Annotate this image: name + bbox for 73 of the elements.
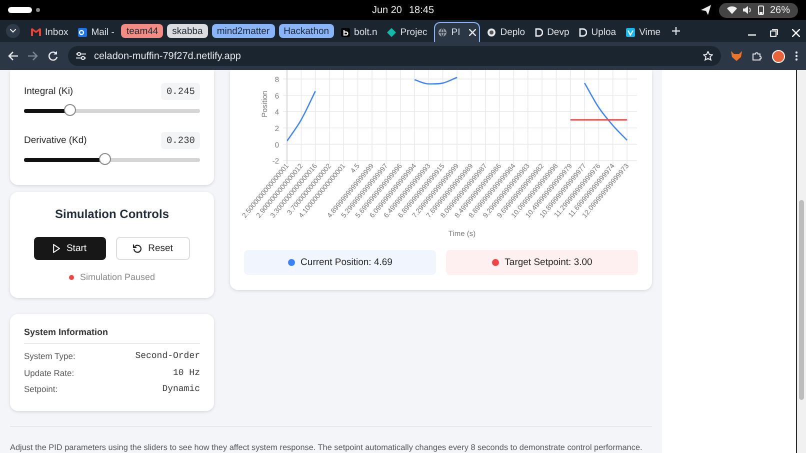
browser-tab[interactable]: bolt.n [338, 22, 380, 42]
start-button[interactable]: Start [34, 237, 106, 260]
star-icon[interactable] [703, 51, 713, 61]
letter-v-icon [626, 28, 636, 36]
slider-label: Derivative (Kd) [24, 134, 87, 146]
rotate-icon [133, 244, 142, 253]
close-icon[interactable] [469, 29, 476, 36]
letter-d-icon [579, 28, 588, 36]
profile-avatar[interactable] [772, 50, 785, 62]
back-arrow-icon[interactable] [8, 51, 18, 61]
legend-label: Target Setpoint: 3.00 [504, 257, 592, 268]
browser-tab[interactable]: PI [434, 22, 480, 42]
forward-arrow-icon[interactable] [28, 51, 38, 61]
letter-b-icon [341, 28, 350, 36]
site-settings-icon[interactable] [76, 52, 86, 60]
diamond-icon [387, 28, 396, 36]
card-title: System Information [24, 326, 200, 344]
info-value: 10 Hz [172, 368, 200, 378]
browser-tab[interactable]: Mail - [75, 22, 118, 42]
play-icon [53, 244, 60, 253]
battery-icon [758, 5, 764, 15]
slider-thumb[interactable] [98, 153, 111, 165]
status-text: Simulation Paused [80, 271, 156, 284]
restore-icon[interactable] [770, 29, 778, 37]
tab-group-label[interactable]: team44 [121, 24, 164, 38]
wifi-icon [726, 6, 737, 14]
workspace-dot [36, 8, 40, 12]
send-icon[interactable] [700, 5, 711, 15]
scrollbar[interactable] [796, 70, 806, 453]
battery-percentage: 26% [770, 4, 790, 16]
legend-label: Current Position: 4.69 [300, 257, 392, 268]
system-tray[interactable]: 26% [718, 2, 798, 18]
letter-d-icon [535, 28, 544, 36]
slider-thumb[interactable] [64, 104, 76, 116]
browser-tab[interactable]: Uploa [576, 22, 620, 42]
time-label: 18:45 [409, 4, 434, 16]
reload-icon[interactable] [48, 51, 58, 61]
new-tab-icon[interactable] [672, 27, 680, 35]
info-value: Dynamic [162, 384, 200, 394]
browser-tab[interactable]: Deplo [484, 22, 528, 42]
scrollbar-thumb[interactable] [799, 200, 804, 400]
circle-icon [487, 28, 496, 36]
speaker-icon [742, 6, 752, 14]
slider-label: Integral (Ki) [24, 86, 74, 96]
info-label: Update Rate: [24, 368, 74, 378]
slider[interactable] [24, 105, 200, 117]
value-readout: 0.230 [161, 132, 200, 148]
fox-icon[interactable] [731, 51, 742, 61]
menu-icon[interactable] [795, 51, 798, 61]
mail-icon [78, 28, 88, 36]
tab-search-button[interactable] [6, 24, 20, 38]
tab-group-label[interactable]: Hackathon [278, 24, 334, 38]
info-value: Second-Order [135, 351, 200, 362]
info-label: System Type: [24, 351, 76, 362]
globe-icon [438, 28, 448, 37]
footer-text: Adjust the PID parameters using the sliders to see how they affect system response. The setpoint automatically changes every 8 seconds to demonstrate control performance. [10, 442, 644, 452]
reset-button[interactable]: Reset [116, 237, 190, 260]
chevron-down-icon [10, 29, 16, 33]
slider[interactable] [24, 154, 200, 166]
card-title: Simulation Controls [55, 206, 169, 222]
date-label: Jun 20 [372, 4, 402, 16]
browser-tab[interactable]: Projec [384, 22, 430, 42]
puzzle-icon[interactable] [752, 51, 762, 61]
address-bar[interactable]: celadon-muffin-79f27d.netlify.app [68, 46, 721, 66]
mail-icon [31, 28, 41, 36]
activities-indicator[interactable] [8, 7, 32, 13]
browser-tab[interactable]: Vime [623, 22, 664, 42]
tab-group-label[interactable]: skabba [167, 24, 208, 38]
browser-tab[interactable]: Devp [532, 22, 572, 42]
value-readout: 0.245 [161, 82, 200, 100]
info-label: Setpoint: [24, 384, 58, 394]
browser-tab[interactable]: Inbox [28, 22, 72, 42]
tab-group-label[interactable]: mind2matter [212, 24, 275, 38]
